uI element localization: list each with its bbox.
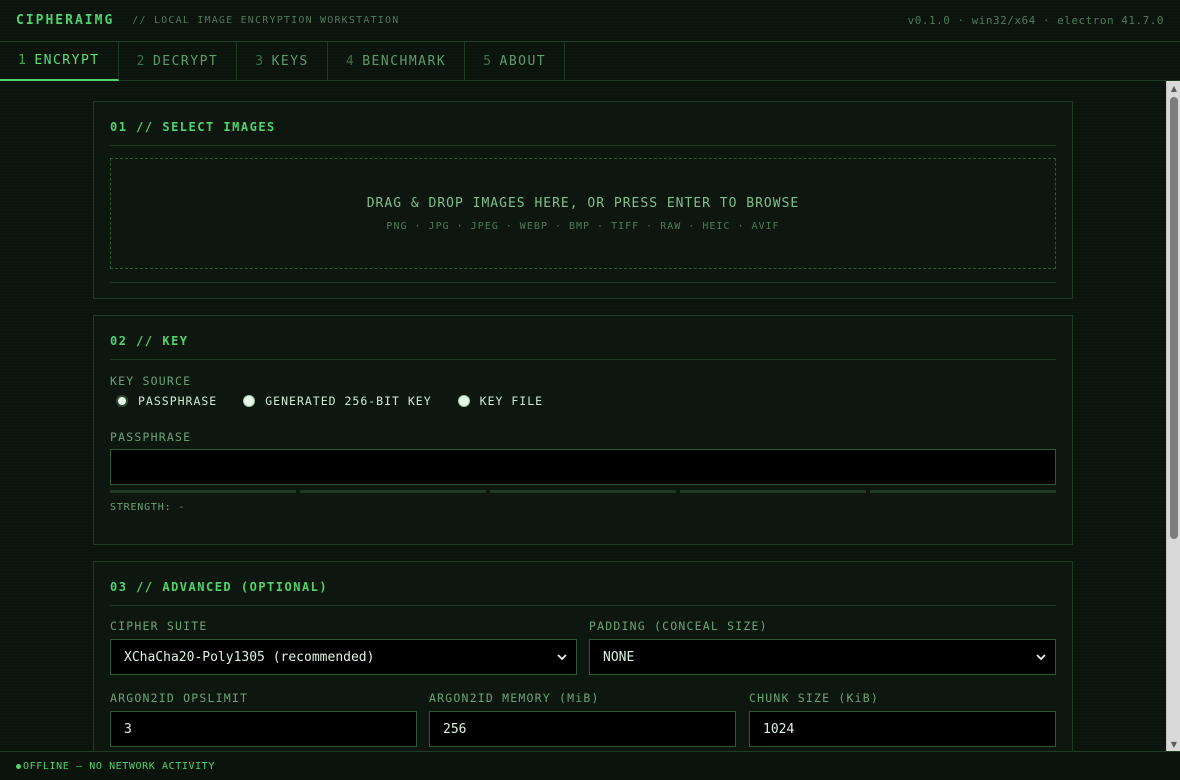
supported-formats: PNG · JPG · JPEG · WEBP · BMP · TIFF · R… [386, 220, 780, 232]
status-dot-icon [16, 763, 21, 769]
radio-unchecked-icon[interactable] [243, 395, 256, 407]
opslimit-input[interactable]: 3 [110, 711, 417, 747]
tab-number: 5 [483, 54, 493, 69]
opslimit-label: ARGON2ID OPSLIMIT [110, 691, 249, 705]
radio-label: KEY FILE [479, 394, 544, 408]
scroll-thumb[interactable] [1170, 97, 1178, 539]
scroll-up-icon[interactable]: ▲ [1167, 81, 1180, 95]
main-content[interactable]: 01 // SELECT IMAGES DRAG & DROP IMAGES H… [0, 81, 1166, 751]
padding-select[interactable]: NONE [589, 639, 1056, 675]
radio-label: PASSPHRASE [138, 394, 218, 408]
tab-label: ABOUT [499, 54, 547, 69]
key-source-options: PASSPHRASE GENERATED 256-BIT KEY KEY FIL… [110, 394, 563, 408]
divider [110, 605, 1056, 606]
radio-label: GENERATED 256-BIT KEY [265, 394, 432, 408]
status-bar: OFFLINE — NO NETWORK ACTIVITY [0, 751, 1180, 780]
strength-segment [490, 490, 676, 493]
memory-label: ARGON2ID MEMORY (MiB) [429, 691, 600, 705]
status-text: OFFLINE — NO NETWORK ACTIVITY [23, 760, 215, 772]
radio-key-file[interactable]: KEY FILE [452, 394, 543, 408]
radio-unchecked-icon[interactable] [457, 395, 470, 407]
scroll-down-icon[interactable]: ▼ [1167, 737, 1180, 751]
padding-label: PADDING (CONCEAL SIZE) [589, 619, 768, 633]
panel-title: 03 // ADVANCED (OPTIONAL) [110, 580, 329, 594]
passphrase-input[interactable] [110, 449, 1056, 485]
tab-label: ENCRYPT [34, 53, 100, 68]
chevron-down-icon [1036, 654, 1046, 661]
tab-about[interactable]: 5 ABOUT [465, 42, 566, 81]
panel-title: 02 // KEY [110, 334, 189, 348]
memory-input[interactable]: 256 [429, 711, 736, 747]
strength-segment [110, 490, 296, 493]
panel-title: 01 // SELECT IMAGES [110, 120, 276, 134]
image-dropzone[interactable]: DRAG & DROP IMAGES HERE, OR PRESS ENTER … [110, 158, 1056, 269]
cipher-suite-label: CIPHER SUITE [110, 619, 208, 633]
key-panel: 02 // KEY KEY SOURCE PASSPHRASE GENERATE… [93, 315, 1073, 545]
radio-passphrase[interactable]: PASSPHRASE [110, 394, 217, 408]
cipher-suite-value: XChaCha20-Poly1305 (recommended) [124, 649, 375, 665]
title-bar: CIPHERAIMG // LOCAL IMAGE ENCRYPTION WOR… [0, 0, 1180, 42]
radio-generated-key[interactable]: GENERATED 256-BIT KEY [237, 394, 431, 408]
radio-checked-icon[interactable] [116, 395, 128, 407]
tab-decrypt[interactable]: 2 DECRYPT [119, 42, 238, 81]
strength-segment [870, 490, 1056, 493]
tab-number: 4 [345, 54, 356, 69]
tab-number: 1 [18, 53, 28, 68]
padding-value: NONE [603, 649, 635, 665]
select-images-panel: 01 // SELECT IMAGES DRAG & DROP IMAGES H… [93, 101, 1073, 299]
tab-benchmark[interactable]: 4 BENCHMARK [328, 42, 466, 81]
tab-number: 2 [136, 54, 146, 69]
passphrase-label: PASSPHRASE [110, 430, 192, 444]
cipher-suite-select[interactable]: XChaCha20-Poly1305 (recommended) [110, 639, 577, 675]
strength-meter [110, 490, 1056, 494]
chunk-size-input[interactable]: 1024 [749, 711, 1056, 747]
tab-label: KEYS [271, 54, 309, 69]
divider [110, 359, 1056, 360]
tab-keys[interactable]: 3 KEYS [237, 42, 328, 81]
vertical-scrollbar[interactable]: ▲ ▼ [1166, 81, 1180, 751]
tab-number: 3 [255, 54, 265, 69]
chevron-down-icon [557, 654, 567, 661]
dropzone-text: DRAG & DROP IMAGES HERE, OR PRESS ENTER … [366, 195, 800, 211]
app-subtitle: // LOCAL IMAGE ENCRYPTION WORKSTATION [132, 15, 400, 26]
tab-bar: 1 ENCRYPT 2 DECRYPT 3 KEYS 4 BENCHMARK 5 ABOU… [0, 42, 1180, 81]
tab-label: DECRYPT [152, 54, 219, 69]
strength-segment [680, 490, 866, 493]
tab-encrypt[interactable]: 1 ENCRYPT [0, 42, 119, 81]
advanced-panel: 03 // ADVANCED (OPTIONAL) CIPHER SUITE X… [93, 561, 1073, 751]
chunk-size-label: CHUNK SIZE (KiB) [749, 691, 879, 705]
app-name: CIPHERAIMG [16, 13, 115, 28]
divider [110, 282, 1056, 283]
tab-label: BENCHMARK [362, 54, 447, 69]
divider [110, 145, 1056, 146]
strength-segment [300, 490, 486, 493]
key-source-label: KEY SOURCE [110, 374, 192, 388]
version-info: v0.1.0 · win32/x64 · electron 41.7.0 [907, 14, 1164, 27]
strength-label: STRENGTH: - [110, 502, 186, 513]
